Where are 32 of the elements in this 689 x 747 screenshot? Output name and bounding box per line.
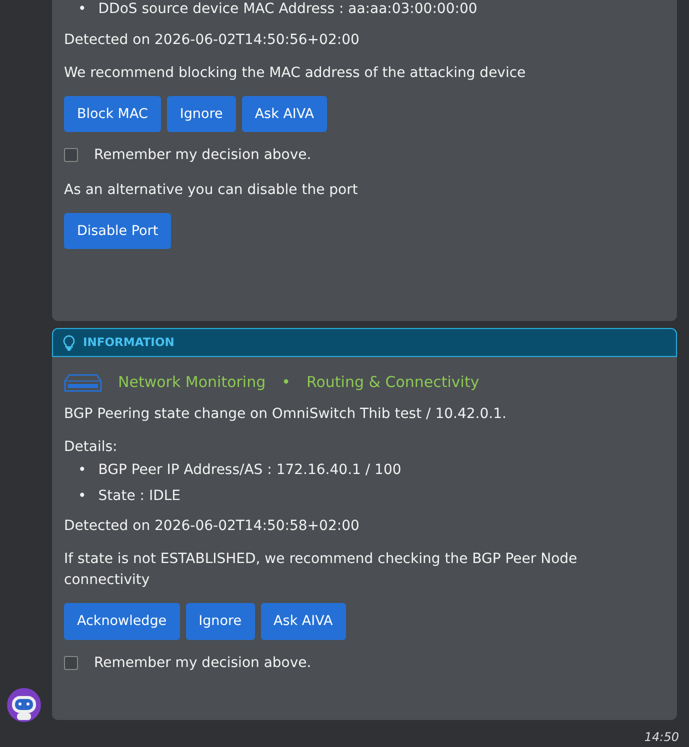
bullet-marker: • (78, 461, 86, 480)
details-label: Details: (64, 438, 118, 457)
action-button[interactable]: Acknowledge (64, 603, 180, 640)
robot-avatar-icon (7, 688, 41, 722)
remember-checkbox[interactable] (64, 148, 78, 162)
action-button[interactable]: Ask AIVA (260, 603, 346, 640)
detected-timestamp: Detected on 2026-06-02T14:50:58+02:00 (64, 517, 360, 536)
action-button[interactable]: Ask AIVA (242, 96, 328, 132)
network-switch-icon (64, 372, 102, 392)
bullet-marker: • (78, 486, 86, 506)
lightbulb-icon (63, 334, 75, 351)
action-button[interactable]: Disable Port (64, 212, 172, 250)
bullet-separator: • (282, 372, 290, 394)
bullet-marker: • (78, 0, 86, 19)
detail-item: BGP Peer IP Address/AS : 172.16.40.1 / 100 (98, 461, 402, 480)
alert-summary: BGP Peering state change on OmniSwitch Thib test / 10.42.0.1. (64, 404, 508, 424)
category-label: Routing & Connectivity (306, 372, 480, 394)
header-label: INFORMATION (83, 334, 174, 351)
remember-label: Remember my decision above. (94, 654, 312, 673)
recommendation-text: We recommend blocking the MAC address of the attacking device (64, 64, 527, 83)
category-label: Network Monitoring (118, 372, 266, 394)
action-button[interactable]: Ignore (186, 603, 255, 640)
detected-timestamp: Detected on 2026-06-02T14:50:56+02:00 (64, 30, 360, 50)
action-button[interactable]: Block MAC (64, 96, 161, 132)
remember-checkbox[interactable] (64, 656, 78, 670)
remember-label: Remember my decision above. (94, 146, 312, 165)
action-button[interactable]: Ignore (166, 96, 236, 132)
detail-item: DDoS source device MAC Address : aa:aa:03:00:00:00 (98, 0, 478, 19)
detail-item: State : IDLE (98, 486, 180, 506)
alternative-text: As an alternative you can disable the port (64, 180, 359, 200)
recommendation-text: If state is not ESTABLISHED, we recommend checking the BGP Peer Node connectivity (64, 550, 578, 590)
message-time: 14:50 (644, 729, 679, 746)
